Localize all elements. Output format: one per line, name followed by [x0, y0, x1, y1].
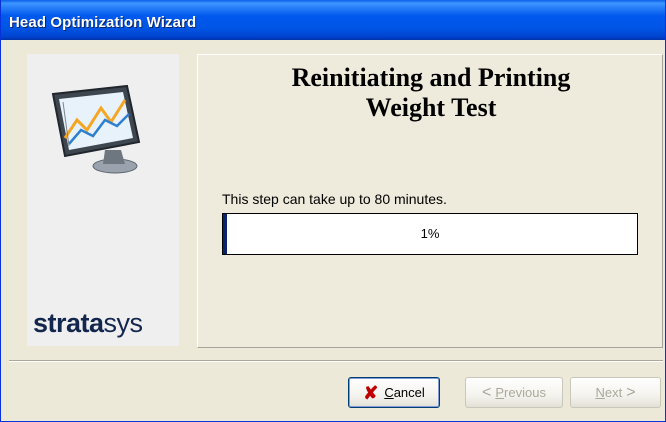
logo-bold-text: strata [33, 308, 104, 338]
progress-label: 1% [420, 226, 440, 241]
x-icon: ✘ [363, 382, 379, 403]
next-label: Next [595, 385, 623, 400]
previous-button[interactable]: < Previous [465, 377, 563, 408]
cancel-button[interactable]: ✘ Cancel [348, 377, 440, 408]
title-bar[interactable]: Head Optimization Wizard [1, 0, 665, 40]
logo-light-text: sys [103, 308, 144, 338]
sidebar-panel: stratasys [27, 54, 179, 346]
monitor-chart-icon [51, 84, 141, 174]
window-title: Head Optimization Wizard [9, 14, 197, 31]
content-panel: Reinitiating and Printing Weight Test Th… [197, 54, 663, 348]
cancel-label: Cancel [384, 385, 425, 400]
next-button[interactable]: Next > [570, 377, 661, 408]
wizard-window: Head Optimization Wizard stratasys Reini… [0, 0, 666, 422]
stratasys-logo: stratasys [33, 308, 143, 339]
previous-label: Previous [495, 385, 546, 400]
progress-bar: 1% [222, 213, 638, 255]
arrow-left-icon: < [482, 383, 492, 401]
arrow-right-icon: > [626, 383, 636, 401]
heading-line-1: Reinitiating and Printing [291, 63, 571, 92]
separator [9, 360, 663, 362]
step-duration-text: This step can take up to 80 minutes. [222, 191, 447, 207]
heading-line-2: Weight Test [365, 93, 497, 122]
page-heading: Reinitiating and Printing Weight Test [198, 63, 664, 123]
